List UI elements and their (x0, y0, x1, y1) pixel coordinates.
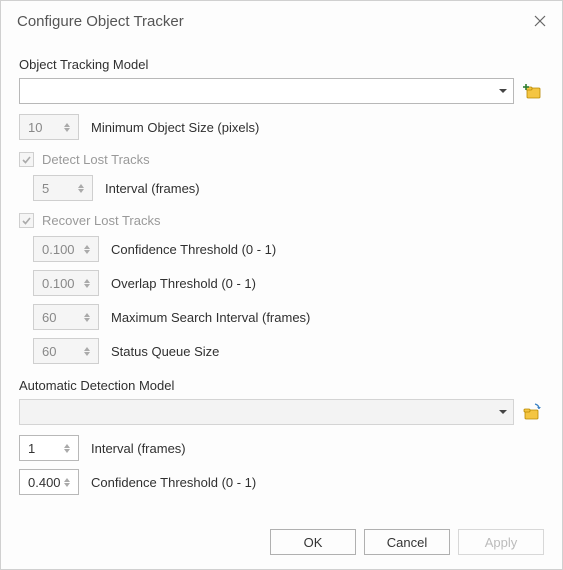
recover-max-search-value: 60 (42, 310, 56, 325)
recover-confidence-value: 0.100 (42, 242, 75, 257)
recover-queue-size-value: 60 (42, 344, 56, 359)
dialog-content: Object Tracking Model 10 Minimum Object (1, 37, 562, 495)
apply-button: Apply (458, 529, 544, 555)
add-model-icon (522, 81, 542, 101)
spinner-arrows-icon (64, 478, 76, 487)
configure-object-tracker-dialog: Configure Object Tracker Object Tracking… (0, 0, 563, 570)
spinner-arrows-icon (78, 184, 90, 193)
spinner-arrows-icon (64, 444, 76, 453)
recover-confidence-spinner[interactable]: 0.100 (33, 236, 99, 262)
spinner-arrows-icon (84, 313, 96, 322)
detection-interval-value: 1 (28, 441, 35, 456)
min-object-size-spinner[interactable]: 10 (19, 114, 79, 140)
recover-lost-tracks-row: Recover Lost Tracks (19, 213, 544, 228)
tracking-model-label: Object Tracking Model (19, 57, 544, 72)
recover-queue-size-spinner[interactable]: 60 (33, 338, 99, 364)
recover-lost-label: Recover Lost Tracks (42, 213, 161, 228)
detection-confidence-value: 0.400 (28, 475, 61, 490)
detection-confidence-label: Confidence Threshold (0 - 1) (91, 475, 256, 490)
recover-max-search-label: Maximum Search Interval (frames) (111, 310, 310, 325)
folder-open-icon (522, 402, 542, 422)
recover-lost-checkbox[interactable] (19, 213, 34, 228)
detect-lost-label: Detect Lost Tracks (42, 152, 150, 167)
footer: OK Cancel Apply (270, 529, 544, 555)
dialog-title: Configure Object Tracker (17, 13, 184, 30)
ok-button[interactable]: OK (270, 529, 356, 555)
detect-interval-spinner[interactable]: 5 (33, 175, 93, 201)
spinner-arrows-icon (84, 245, 96, 254)
recover-overlap-spinner[interactable]: 0.100 (33, 270, 99, 296)
recover-confidence-label: Confidence Threshold (0 - 1) (111, 242, 276, 257)
detect-lost-tracks-row: Detect Lost Tracks (19, 152, 544, 167)
spinner-arrows-icon (64, 123, 76, 132)
close-button[interactable] (528, 9, 552, 33)
titlebar: Configure Object Tracker (1, 1, 562, 37)
detection-interval-row: 1 Interval (frames) (19, 435, 544, 461)
spinner-arrows-icon (84, 279, 96, 288)
spinner-arrows-icon (84, 347, 96, 356)
min-object-size-row: 10 Minimum Object Size (pixels) (19, 114, 544, 140)
check-icon (21, 215, 32, 226)
recover-queue-size-label: Status Queue Size (111, 344, 219, 359)
recover-max-search-spinner[interactable]: 60 (33, 304, 99, 330)
detection-model-label: Automatic Detection Model (19, 378, 544, 393)
check-icon (21, 154, 32, 165)
close-icon (534, 15, 546, 27)
dropdown-arrow-icon (499, 89, 507, 93)
min-object-size-label: Minimum Object Size (pixels) (91, 120, 259, 135)
tracking-model-dropdown[interactable] (19, 78, 514, 104)
recover-queue-size-row: 60 Status Queue Size (33, 338, 544, 364)
recover-confidence-row: 0.100 Confidence Threshold (0 - 1) (33, 236, 544, 262)
recover-overlap-value: 0.100 (42, 276, 75, 291)
detection-model-browse-button[interactable] (520, 400, 544, 424)
detect-interval-label: Interval (frames) (105, 181, 200, 196)
recover-overlap-row: 0.100 Overlap Threshold (0 - 1) (33, 270, 544, 296)
dropdown-arrow-icon (499, 410, 507, 414)
detection-interval-label: Interval (frames) (91, 441, 186, 456)
min-object-size-value: 10 (28, 120, 42, 135)
recover-overlap-label: Overlap Threshold (0 - 1) (111, 276, 256, 291)
detect-interval-value: 5 (42, 181, 49, 196)
detection-model-row (19, 399, 544, 425)
tracking-model-row (19, 78, 544, 104)
detection-interval-spinner[interactable]: 1 (19, 435, 79, 461)
detection-model-dropdown[interactable] (19, 399, 514, 425)
tracking-model-add-button[interactable] (520, 79, 544, 103)
recover-max-search-row: 60 Maximum Search Interval (frames) (33, 304, 544, 330)
detect-lost-checkbox[interactable] (19, 152, 34, 167)
detection-confidence-spinner[interactable]: 0.400 (19, 469, 79, 495)
detect-interval-row: 5 Interval (frames) (33, 175, 544, 201)
cancel-button[interactable]: Cancel (364, 529, 450, 555)
detection-confidence-row: 0.400 Confidence Threshold (0 - 1) (19, 469, 544, 495)
